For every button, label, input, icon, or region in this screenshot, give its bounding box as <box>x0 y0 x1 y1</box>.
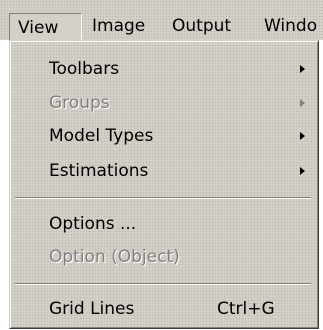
menu-bar: View Image Output Windo <box>0 0 323 40</box>
chevron-right-icon <box>300 65 305 73</box>
view-menu-dropdown: Toolbars Groups Model Types Estimations … <box>9 40 319 329</box>
menu-item-grid-lines[interactable]: Grid Lines Ctrl+G <box>13 294 311 324</box>
menu-item-label: Grid Lines <box>49 299 135 319</box>
menu-item-options[interactable]: Options ... <box>13 209 311 239</box>
menubar-output[interactable]: Output <box>172 14 231 38</box>
menu-item-estimations[interactable]: Estimations <box>13 156 311 186</box>
menu-item-label: Model Types <box>49 126 154 146</box>
menu-item-label: Groups <box>49 93 110 113</box>
menubar-image[interactable]: Image <box>92 14 145 38</box>
menu-item-option-object: Option (Object) <box>13 242 311 272</box>
chevron-right-icon <box>300 132 305 140</box>
menu-item-label: Options ... <box>49 214 137 234</box>
chevron-right-icon <box>300 99 305 107</box>
menu-separator <box>15 197 311 199</box>
chevron-right-icon <box>300 167 305 175</box>
menu-separator <box>15 283 311 285</box>
menubar-window[interactable]: Windo <box>264 14 317 38</box>
menu-item-groups: Groups <box>13 88 311 118</box>
menu-item-shortcut: Ctrl+G <box>217 299 275 319</box>
menu-item-label: Toolbars <box>49 59 120 79</box>
menubar-view[interactable]: View <box>9 13 82 40</box>
menu-item-label: Option (Object) <box>49 247 180 267</box>
menu-item-toolbars[interactable]: Toolbars <box>13 54 311 84</box>
menu-item-label: Estimations <box>49 161 149 181</box>
menu-item-model-types[interactable]: Model Types <box>13 121 311 151</box>
